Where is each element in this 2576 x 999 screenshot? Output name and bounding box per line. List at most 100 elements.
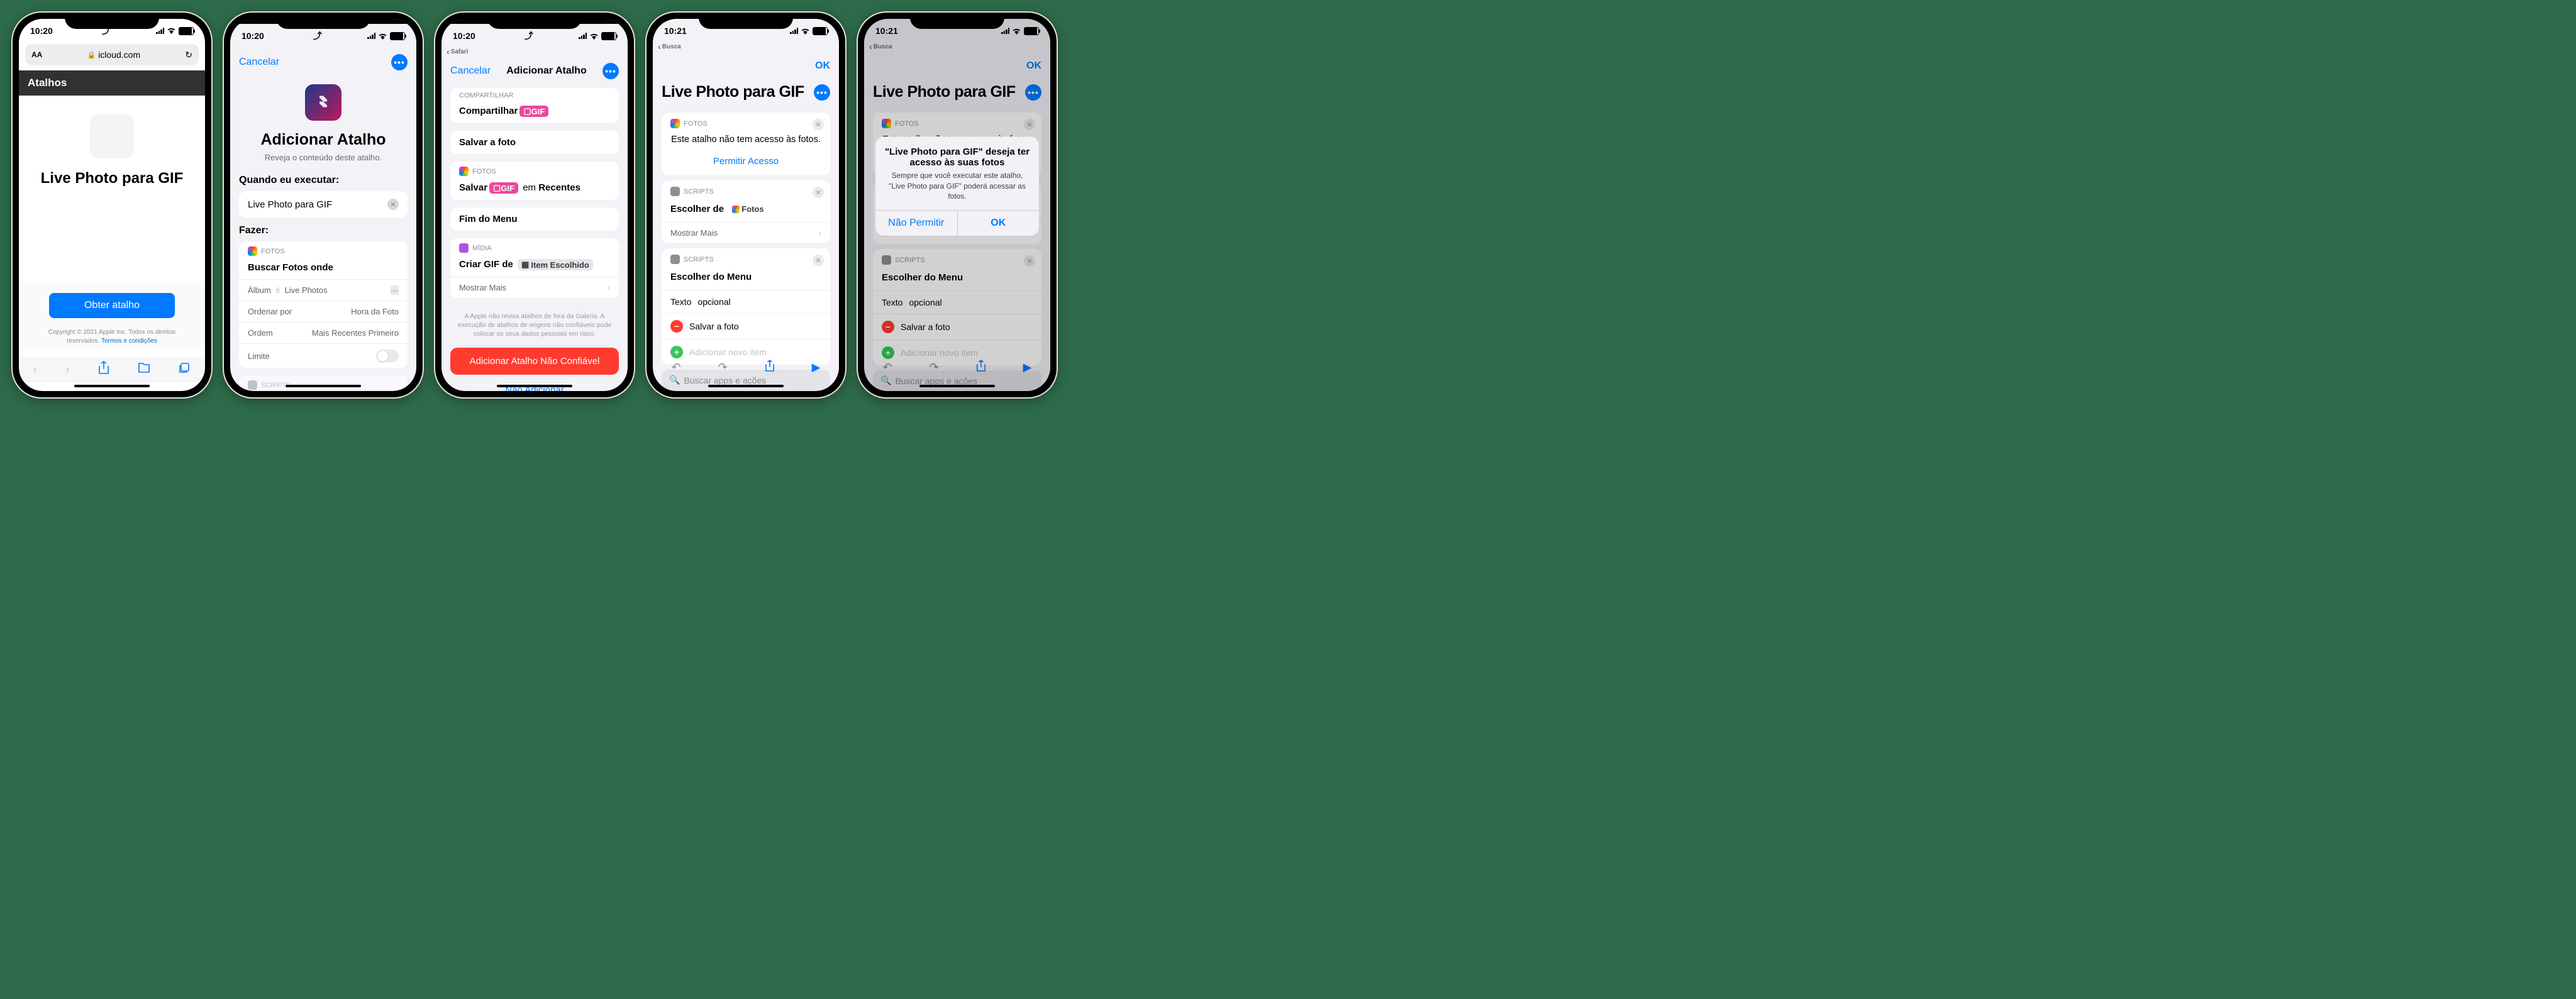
redo-button[interactable]: ↷	[718, 361, 728, 374]
section-when: Quando eu executar:	[239, 175, 408, 186]
safari-toolbar: ‹ ›	[19, 357, 205, 382]
phone-5: 10:21 Busca OK Live Photo para GIF ••• ✕…	[858, 13, 1057, 397]
show-more[interactable]: Mostrar Mais›	[662, 222, 830, 243]
more-button[interactable]: •••	[602, 63, 619, 79]
home-indicator[interactable]	[497, 385, 572, 387]
home-indicator[interactable]	[708, 385, 784, 387]
dont-add-button[interactable]: Não Adicionar	[441, 377, 628, 391]
more-button[interactable]: •••	[391, 54, 408, 70]
phone-1: 10:20 ⤴ AA 🔒 icloud.com ↻ Atalhos Live P…	[13, 13, 211, 397]
close-block-icon[interactable]: ✕	[813, 255, 824, 266]
choose-menu[interactable]: Escolher do Menu	[873, 265, 1041, 290]
action-save[interactable]: Salvar▢ GIF em Recentes	[450, 176, 619, 200]
close-block-icon[interactable]: ✕	[813, 119, 824, 130]
breadcrumb-back[interactable]: Busca	[658, 41, 681, 52]
notch	[487, 13, 582, 29]
menu-item-save[interactable]: −Salvar a foto	[873, 314, 1041, 339]
back-button[interactable]: ‹	[33, 363, 37, 377]
photos-icon	[459, 167, 469, 176]
remove-icon[interactable]: −	[670, 320, 683, 333]
breadcrumb-back[interactable]: Busca	[869, 41, 892, 52]
undo-button[interactable]: ↶	[882, 361, 892, 374]
notch	[65, 13, 159, 29]
alert-deny-button[interactable]: Não Permitir	[875, 211, 958, 236]
play-button[interactable]: ▶	[1023, 361, 1032, 374]
remove-icon[interactable]: −	[882, 321, 894, 333]
filter-limit[interactable]: Limite	[239, 343, 408, 368]
shortcut-tile	[90, 114, 134, 158]
photos-icon	[248, 246, 257, 256]
editor-toolbar: ↶ ↷ ▶	[653, 355, 839, 380]
show-more[interactable]: Mostrar Mais›	[450, 277, 619, 298]
redo-button[interactable]: ↷	[930, 361, 939, 374]
gif-variable: ▢ GIF	[519, 106, 548, 117]
close-block-icon[interactable]: ✕	[1024, 119, 1035, 130]
editor-toolbar: ↶ ↷ ▶	[864, 355, 1050, 380]
clear-icon[interactable]: ✕	[387, 199, 399, 210]
play-button[interactable]: ▶	[812, 361, 821, 374]
reload-icon[interactable]: ↻	[185, 50, 192, 60]
more-button[interactable]: •••	[814, 84, 830, 101]
trust-warning: A Apple não revisa atalhos de fora da Ga…	[441, 306, 628, 345]
status-time: 10:21	[875, 26, 898, 36]
menu-item-save[interactable]: −Salvar a foto	[662, 313, 830, 339]
filter-sort[interactable]: Ordenar porHora da Foto	[239, 301, 408, 322]
page-header: Atalhos	[19, 70, 205, 96]
url-bar[interactable]: AA 🔒 icloud.com ↻	[25, 44, 199, 65]
forward-button[interactable]: ›	[65, 363, 70, 377]
more-button[interactable]: •••	[1025, 84, 1041, 101]
notch	[910, 13, 1004, 29]
no-access-text: Este atalho não tem acesso às fotos.	[662, 128, 830, 151]
terms-link[interactable]: Termos e condições	[101, 338, 157, 345]
cancel-button[interactable]: Cancelar	[450, 65, 491, 77]
alert-message: Sempre que você executar este atalho, "L…	[875, 171, 1039, 211]
home-indicator[interactable]	[74, 385, 150, 387]
alert-ok-button[interactable]: OK	[958, 211, 1040, 236]
phone-4: 10:21 Busca OK Live Photo para GIF ••• ✕…	[647, 13, 845, 397]
home-indicator[interactable]	[286, 385, 361, 387]
phone-2: 10:20 ⤴ Cancelar ••• Adicionar Atalho Re…	[224, 13, 423, 397]
choose-menu[interactable]: Escolher do Menu	[662, 264, 830, 290]
filter-order[interactable]: OrdemMais Recentes Primeiro	[239, 322, 408, 343]
shortcut-title: Live Photo para GIF	[31, 170, 192, 187]
filter-album[interactable]: Álbum é Live Photos—	[239, 279, 408, 301]
page-title: Live Photo para GIF	[873, 83, 1016, 101]
phone-3: 10:20 ⤴ Safari Cancelar Adicionar Atalho…	[435, 13, 634, 397]
action-choose-from[interactable]: Escolher de Fotos	[662, 196, 830, 222]
share-button[interactable]	[976, 360, 986, 375]
copyright-text: Copyright © 2021 Apple Inc. Todos os dir…	[31, 328, 192, 346]
ok-button[interactable]: OK	[815, 60, 830, 72]
action-create-gif[interactable]: Criar GIF de ▦ Item Escolhido	[450, 253, 619, 277]
action-find-photos[interactable]: Buscar Fotos onde	[239, 256, 408, 279]
text-size-button[interactable]: AA	[31, 50, 42, 59]
menu-text-row[interactable]: Textoopcional	[873, 290, 1041, 314]
close-block-icon[interactable]: ✕	[1024, 255, 1035, 267]
shortcuts-app-icon	[305, 84, 341, 121]
get-shortcut-button[interactable]: Obter atalho	[49, 293, 175, 318]
notch	[276, 13, 370, 29]
menu-text-row[interactable]: Textoopcional	[662, 290, 830, 313]
shortcut-name-field[interactable]: Live Photo para GIF ✕	[239, 191, 408, 218]
notch	[699, 13, 793, 29]
wifi-icon	[167, 26, 176, 36]
share-icon[interactable]	[98, 361, 109, 378]
lock-icon: 🔒	[87, 51, 96, 59]
breadcrumb-back[interactable]: Safari	[447, 47, 468, 57]
ok-button[interactable]: OK	[1026, 60, 1041, 72]
undo-button[interactable]: ↶	[671, 361, 680, 374]
home-indicator[interactable]	[919, 385, 995, 387]
cancel-button[interactable]: Cancelar	[239, 57, 279, 68]
allow-access-button[interactable]: Permitir Acesso	[662, 151, 830, 175]
limit-toggle[interactable]	[376, 350, 399, 362]
remove-filter-icon: —	[391, 285, 399, 295]
end-menu: Fim do Menu	[450, 207, 619, 231]
action-share[interactable]: Compartilhar▢ GIF	[450, 99, 619, 123]
status-time: 10:21	[664, 26, 687, 36]
tabs-icon[interactable]	[178, 362, 191, 377]
section-do: Fazer:	[239, 225, 408, 236]
add-untrusted-button[interactable]: Adicionar Atalho Não Confiável	[450, 348, 619, 375]
close-block-icon[interactable]: ✕	[813, 187, 824, 198]
scripts-icon	[670, 187, 680, 196]
bookmarks-icon[interactable]	[138, 362, 150, 377]
share-button[interactable]	[765, 360, 775, 375]
